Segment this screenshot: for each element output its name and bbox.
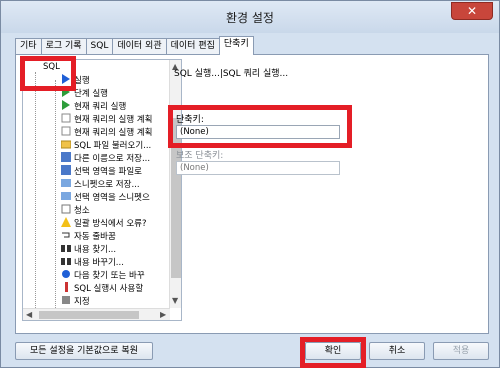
preferences-dialog: 환경 설정 ✕ 기타 로그 기록 SQL 데이터 외관 데이터 편집 단축키 S… bbox=[0, 0, 500, 368]
tab-sql[interactable]: SQL bbox=[85, 38, 114, 55]
tree-item-label: 선택 영역을 스니펫으 bbox=[74, 193, 150, 203]
tree-item-label: 선택 영역을 파일로 bbox=[74, 167, 142, 177]
tree-item[interactable]: 선택 영역을 파일로 bbox=[61, 165, 142, 178]
tree-item-label: SQL 실행시 사용할 bbox=[74, 284, 144, 294]
window-title: 환경 설정 bbox=[226, 11, 274, 25]
tree-item-label: 일괄 방식에서 오류? bbox=[74, 219, 147, 229]
tree-item[interactable]: 내용 찾기... bbox=[61, 243, 116, 256]
save-as-icon bbox=[61, 152, 71, 162]
tree-item[interactable]: SQL 파일 불러오기... bbox=[61, 139, 151, 152]
tree-item[interactable]: 선택 영역을 스니펫으 bbox=[61, 191, 150, 204]
assign-icon bbox=[62, 296, 70, 304]
tab-bar: 기타 로그 기록 SQL 데이터 외관 데이터 편집 단축키 bbox=[15, 36, 254, 55]
find-next-icon bbox=[62, 270, 70, 278]
secondary-shortcut-label: 보조 단축키: bbox=[176, 151, 224, 161]
tree-item-label: 현재 쿼리의 실행 계획 bbox=[74, 115, 153, 125]
tree-item[interactable]: 자동 줄바꿈 bbox=[61, 230, 116, 243]
tree-item-label: 지정 bbox=[74, 297, 90, 307]
clear-icon bbox=[61, 204, 71, 214]
tree-item-label: 다음 찾기 또는 바꾸 bbox=[74, 271, 145, 281]
scroll-thumb[interactable] bbox=[39, 311, 139, 319]
tab-logging[interactable]: 로그 기록 bbox=[40, 38, 87, 55]
command-tree[interactable]: SQL 실행 단계 실행 현재 쿼리 실행 현재 쿼리의 실행 계획 현재 쿼리… bbox=[22, 59, 182, 321]
reset-defaults-button[interactable]: 모든 설정을 기본값으로 복원 bbox=[15, 342, 153, 360]
tree-item[interactable]: 현재 쿼리의 실행 계획 bbox=[61, 113, 153, 126]
cancel-button[interactable]: 취소 bbox=[369, 342, 425, 360]
scroll-right-icon[interactable]: ▶ bbox=[160, 310, 166, 320]
tab-shortcuts[interactable]: 단축키 bbox=[218, 36, 254, 55]
tree-item-label: 내용 찾기... bbox=[74, 245, 117, 255]
tree-item[interactable]: 현재 쿼리 실행 bbox=[61, 100, 126, 113]
tree-node-label: 실행 bbox=[74, 76, 90, 86]
tree-item[interactable]: 지정 bbox=[61, 295, 90, 308]
secondary-shortcut-input[interactable]: (None) bbox=[176, 161, 340, 175]
plan-icon bbox=[61, 126, 71, 136]
highlight-box bbox=[300, 337, 366, 368]
find-icon bbox=[61, 245, 71, 252]
wrap-icon bbox=[62, 232, 70, 238]
tree-item[interactable]: 일괄 방식에서 오류? bbox=[61, 217, 146, 230]
tree-item[interactable]: 청소 bbox=[61, 204, 90, 217]
tree-item[interactable]: 현재 쿼리의 실행 계획 bbox=[61, 126, 153, 139]
tree-item[interactable]: 스니펫으로 저장... bbox=[61, 178, 140, 191]
command-path: SQL 실행...|SQL 쿼리 실행... bbox=[174, 69, 289, 79]
save-selection-icon bbox=[61, 165, 71, 175]
tree-item-label: 다른 이름으로 저장... bbox=[74, 154, 151, 164]
run-query-icon bbox=[62, 100, 70, 110]
title-bar: 환경 설정 ✕ bbox=[1, 1, 499, 33]
tab-data-editing[interactable]: 데이터 편집 bbox=[165, 38, 220, 55]
tree-item-label: 청소 bbox=[74, 206, 90, 216]
tree-item[interactable]: 다른 이름으로 저장... bbox=[61, 152, 150, 165]
tree-item-label: 내용 바꾸기... bbox=[74, 258, 124, 268]
tab-misc[interactable]: 기타 bbox=[15, 38, 42, 55]
highlight-box bbox=[20, 56, 76, 91]
tree-item[interactable]: SQL 실행시 사용할 bbox=[61, 282, 143, 295]
shortcuts-panel: SQL 실행 단계 실행 현재 쿼리 실행 현재 쿼리의 실행 계획 현재 쿼리… bbox=[15, 54, 489, 334]
tree-vertical-scrollbar[interactable]: ▲ ▼ bbox=[169, 60, 181, 308]
tab-data-appearance[interactable]: 데이터 외관 bbox=[112, 38, 167, 55]
replace-icon bbox=[61, 258, 71, 265]
tree-horizontal-scrollbar[interactable]: ◀ ▶ bbox=[23, 308, 170, 320]
tree-item-label: SQL 파일 불러오기... bbox=[74, 141, 152, 151]
tree-item[interactable]: 다음 찾기 또는 바꾸 bbox=[61, 269, 145, 282]
snippet-icon bbox=[61, 179, 71, 187]
apply-button[interactable]: 적용 bbox=[433, 342, 489, 360]
warning-icon bbox=[61, 217, 71, 227]
tree-item-label: 단계 실행 bbox=[74, 89, 108, 99]
snippet-icon bbox=[61, 192, 71, 200]
close-button[interactable]: ✕ bbox=[451, 2, 493, 20]
open-file-icon bbox=[61, 140, 71, 149]
tree-item-label: 현재 쿼리의 실행 계획 bbox=[74, 128, 153, 138]
info-icon bbox=[65, 282, 68, 292]
tree-item-label: 현재 쿼리 실행 bbox=[74, 102, 127, 112]
plan-icon bbox=[61, 113, 71, 123]
tree-item-label: 자동 줄바꿈 bbox=[74, 232, 116, 242]
scroll-left-icon[interactable]: ◀ bbox=[26, 310, 32, 320]
scroll-down-icon[interactable]: ▼ bbox=[172, 296, 178, 306]
tree-item[interactable]: 내용 바꾸기... bbox=[61, 256, 124, 269]
highlight-box bbox=[168, 105, 352, 148]
tree-item-label: 스니펫으로 저장... bbox=[74, 180, 140, 190]
